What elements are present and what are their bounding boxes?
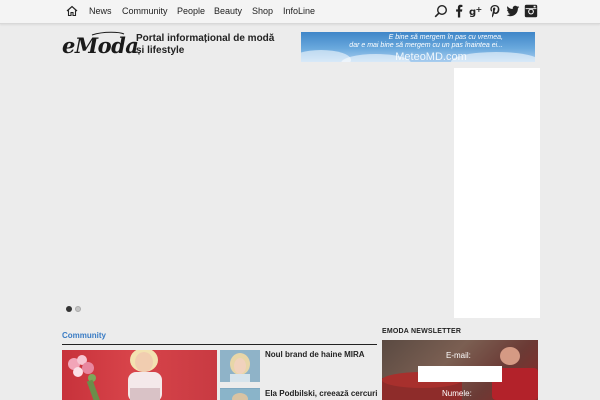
nav-item-people[interactable]: People — [177, 6, 205, 17]
nav-item-infoline[interactable]: InfoLine — [283, 6, 315, 17]
feature-photo-icon — [68, 350, 162, 400]
meteo-banner-ad[interactable]: E bine să mergem în pas cu vremea, dar e… — [301, 32, 535, 62]
nav-item-shop[interactable]: Shop — [252, 6, 273, 17]
featured-slider[interactable] — [62, 68, 440, 318]
feature-article-image[interactable] — [62, 350, 217, 400]
banner-brand: MeteoMD.com — [395, 51, 467, 62]
newsletter-title: EMODA NEWSLETTER — [382, 328, 462, 335]
article-thumb-2-photo-icon — [220, 389, 260, 400]
site-tagline: Portal informațional de modă și lifestyl… — [136, 33, 286, 57]
nav-item-community[interactable]: Community — [122, 6, 168, 17]
site-logo[interactable]: eModa — [62, 34, 139, 58]
section-divider — [62, 344, 377, 345]
nav-item-beauty[interactable]: Beauty — [214, 6, 242, 17]
svg-text:+: + — [476, 5, 483, 14]
facebook-icon[interactable] — [452, 4, 466, 18]
newsletter-name-label: Numele: — [442, 389, 472, 398]
search-icon[interactable] — [434, 4, 448, 18]
article-thumb-1-photo-icon — [220, 350, 260, 382]
section-title-community[interactable]: Community — [62, 331, 106, 341]
slider-dot-1[interactable] — [66, 306, 72, 312]
banner-line-1: E bine să mergem în pas cu vremea, — [388, 34, 503, 41]
newsletter-email-input[interactable] — [418, 366, 502, 382]
pinterest-icon[interactable] — [488, 4, 502, 18]
google-plus-icon[interactable]: g + — [469, 4, 483, 18]
banner-line-2: dar e mai bine să mergem cu un pas înain… — [349, 42, 503, 49]
twitter-icon[interactable] — [506, 4, 520, 18]
article-thumb-1[interactable] — [220, 350, 260, 382]
top-navigation-bar: News Community People Beauty Shop InfoLi… — [0, 0, 600, 24]
sidebar-ad-slot[interactable] — [454, 68, 540, 318]
newsletter-email-label: E-mail: — [446, 351, 471, 360]
tagline-line-1: Portal informațional de modă — [136, 33, 275, 44]
slider-dot-2[interactable] — [75, 306, 81, 312]
article-title-1[interactable]: Noul brand de haine MIRA — [265, 350, 365, 360]
article-thumb-2[interactable] — [220, 388, 260, 400]
home-icon[interactable] — [66, 5, 78, 17]
tagline-line-2: și lifestyle — [136, 45, 185, 56]
nav-item-news[interactable]: News — [89, 6, 112, 17]
article-title-2[interactable]: Ela Podbilski, creează cercuri — [265, 389, 378, 399]
instagram-icon[interactable] — [524, 4, 538, 18]
